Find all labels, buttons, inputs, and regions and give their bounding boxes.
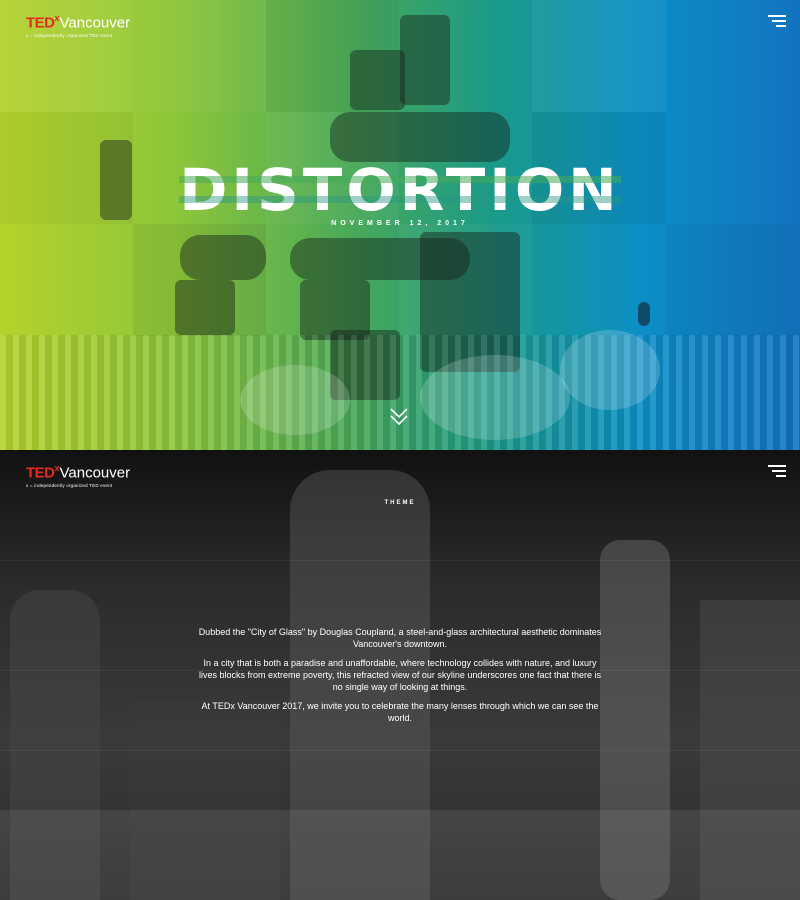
- person-silhouette: [638, 302, 650, 326]
- rock-shape: [400, 15, 450, 105]
- logo-tagline: x = independently organized TED event: [26, 483, 113, 489]
- ground-texture: [0, 335, 800, 450]
- logo-city: Vancouver: [59, 464, 131, 482]
- mosaic-tile: [666, 224, 800, 336]
- mosaic-tile: [532, 0, 666, 112]
- hero-title-text: DISTORTION: [179, 156, 621, 224]
- theme-label: THEME: [384, 500, 416, 506]
- logo-ted: TED: [26, 464, 55, 482]
- hamburger-menu-icon[interactable]: [768, 15, 786, 29]
- hero-title: DISTORTION: [179, 160, 621, 220]
- shrub: [560, 330, 660, 410]
- mosaic-tile: [133, 0, 266, 112]
- rock-shape: [350, 50, 405, 110]
- tedx-logo-secondary[interactable]: TEDxVancouver x = independently organize…: [26, 463, 130, 488]
- theme-description: Dubbed the "City of Glass" by Douglas Co…: [195, 626, 605, 731]
- theme-paragraph: Dubbed the "City of Glass" by Douglas Co…: [198, 627, 602, 649]
- rock-shape: [330, 112, 510, 162]
- logo-ted: TED: [26, 14, 55, 32]
- theme-paragraph: In a city that is both a paradise and un…: [198, 658, 601, 692]
- rock-shape: [175, 280, 235, 335]
- rock-shape: [180, 235, 266, 280]
- logo-tagline: x = independently organized TED event: [26, 33, 113, 39]
- theme-section: TEDxVancouver x = independently organize…: [0, 450, 800, 900]
- distortion-slice: [179, 196, 621, 203]
- hamburger-menu-icon[interactable]: [768, 465, 786, 479]
- hero-title-block: DISTORTION NOVEMBER 12, 2017: [0, 160, 800, 227]
- glitch-band: [0, 750, 800, 751]
- street-ground: [0, 810, 800, 900]
- theme-paragraph: At TEDx Vancouver 2017, we invite you to…: [201, 701, 599, 723]
- shrub: [240, 365, 350, 435]
- shrub: [420, 355, 570, 440]
- hero-section: TEDxVancouver x = independently organize…: [0, 0, 800, 450]
- double-chevron-down-icon[interactable]: [389, 405, 409, 429]
- distortion-slice: [179, 176, 621, 183]
- tedx-logo[interactable]: TEDxVancouver x = independently organize…: [26, 13, 130, 38]
- logo-city: Vancouver: [59, 14, 131, 32]
- glitch-band: [0, 560, 800, 561]
